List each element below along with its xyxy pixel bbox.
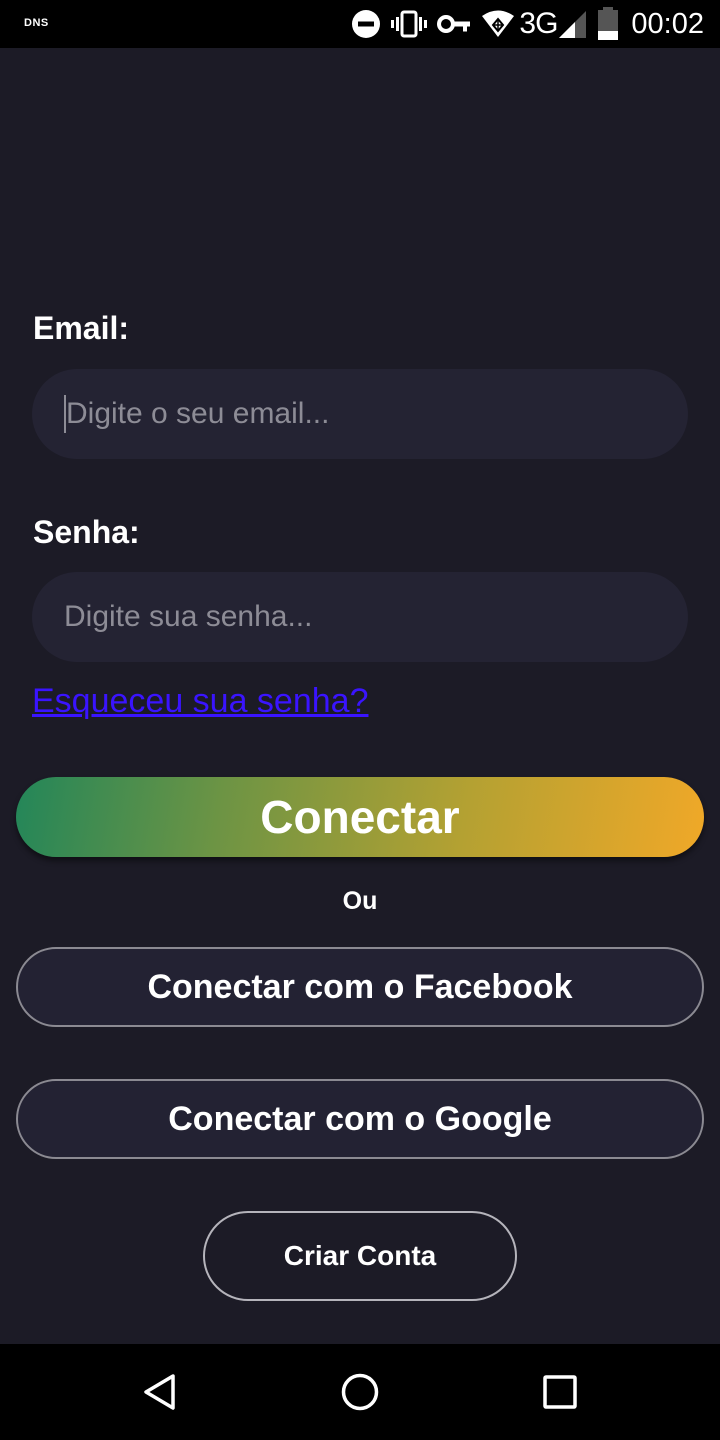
home-icon[interactable]: [336, 1368, 384, 1416]
network-type-label: 3G: [519, 7, 558, 40]
password-placeholder: Digite sua senha...: [64, 600, 313, 633]
connect-button[interactable]: Conectar: [16, 777, 704, 857]
back-icon[interactable]: [136, 1368, 184, 1416]
login-screen: Email: Digite o seu email... Senha: Digi…: [0, 48, 720, 1344]
wifi-icon: [481, 9, 515, 39]
facebook-login-button[interactable]: Conectar com o Facebook: [16, 947, 704, 1027]
forgot-password-link[interactable]: Esqueceu sua senha?: [32, 682, 368, 721]
google-login-button[interactable]: Conectar com o Google: [16, 1079, 704, 1159]
dns-label: DNS: [24, 17, 49, 29]
vibrate-icon: [391, 9, 428, 39]
create-account-button[interactable]: Criar Conta: [203, 1211, 517, 1301]
clock: 00:02: [631, 7, 704, 40]
or-separator: Ou: [342, 887, 378, 915]
email-label: Email:: [33, 310, 130, 346]
password-field[interactable]: Digite sua senha...: [32, 572, 688, 662]
vpn-key-icon: [437, 9, 471, 39]
recents-icon[interactable]: [536, 1368, 584, 1416]
password-label: Senha:: [33, 514, 140, 550]
battery-icon: [597, 7, 619, 41]
status-icons: 3G 00:02: [341, 0, 704, 48]
status-bar: DNS 3G 00:02: [0, 0, 720, 48]
signal-icon: [559, 9, 587, 39]
email-field[interactable]: Digite o seu email...: [32, 369, 688, 459]
navigation-bar: [0, 1344, 720, 1440]
do-not-disturb-icon: [351, 9, 381, 39]
email-placeholder: Digite o seu email...: [66, 397, 330, 430]
